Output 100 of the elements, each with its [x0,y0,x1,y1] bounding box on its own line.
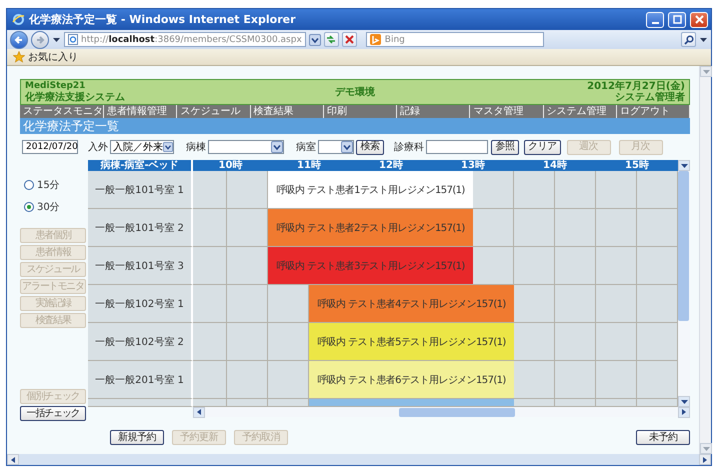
time-slot[interactable] [555,323,596,361]
minimize-button[interactable] [646,12,664,28]
hour-header: 15時 [624,160,650,171]
time-slot[interactable] [514,285,555,323]
scroll-left-button[interactable] [7,454,19,465]
time-slot[interactable] [473,209,514,247]
time-slot[interactable] [596,247,637,285]
stop-button[interactable] [342,32,357,47]
time-slot[interactable] [596,323,637,361]
clear-button[interactable]: クリア [524,140,560,154]
time-slot[interactable] [514,209,555,247]
time-slot[interactable] [227,209,268,247]
ward-select[interactable] [208,140,284,154]
scroll-thumb[interactable] [678,171,689,321]
time-slot[interactable] [227,247,268,285]
time-slot[interactable] [473,247,514,285]
time-slot[interactable] [596,209,637,247]
booking-block[interactable]: 呼吸内 テスト患者3テスト用レジメン157(1) [268,247,473,285]
address-field[interactable]: http://localhost:3869/members/CSSM0300.aspx [64,32,306,47]
minimize-icon [652,22,658,24]
time-slot[interactable] [268,361,309,399]
back-button[interactable] [10,30,28,48]
time-slot[interactable] [637,209,678,247]
time-slot[interactable] [555,171,596,209]
left-arrow-icon [196,408,202,416]
time-slot[interactable] [596,399,637,407]
search-button[interactable] [681,32,696,47]
check-button[interactable]: 一括チェック [20,406,86,421]
time-slot[interactable] [193,323,227,361]
star-icon [13,51,25,63]
lookup-button[interactable]: 参照 [491,140,519,154]
dropdown-caret-icon[interactable] [308,34,321,46]
department-field[interactable] [426,140,488,154]
page-horizontal-scrollbar[interactable] [7,454,711,465]
radio-label[interactable]: 30分 [37,200,60,214]
time-slot[interactable] [268,285,309,323]
booking-block[interactable] [309,399,514,407]
scroll-right-button[interactable] [678,406,690,418]
maximize-button[interactable] [668,12,686,28]
radio-label[interactable]: 15分 [37,178,60,192]
time-slot[interactable] [555,361,596,399]
time-slot[interactable] [268,399,309,407]
current-date: 2012年7月27日(金) [587,81,685,92]
scroll-right-button[interactable] [699,454,711,465]
time-slot[interactable] [193,247,227,285]
time-slot[interactable] [555,209,596,247]
time-slot[interactable] [555,399,596,407]
radio-button[interactable] [24,202,34,212]
time-slot[interactable] [193,209,227,247]
time-slot[interactable] [514,323,555,361]
time-slot[interactable] [514,399,555,407]
horizontal-scrollbar[interactable] [193,407,690,417]
room-select[interactable] [318,140,354,154]
booking-block[interactable]: 呼吸内 テスト患者2テスト用レジメン157(1) [268,209,473,247]
refresh-button[interactable] [324,32,339,47]
time-slot[interactable] [193,361,227,399]
time-slot[interactable] [514,247,555,285]
time-slot[interactable] [268,323,309,361]
scroll-down-button[interactable] [678,396,690,407]
vertical-scrollbar[interactable] [678,160,690,407]
time-slot[interactable] [637,285,678,323]
time-slot[interactable] [596,361,637,399]
booking-block[interactable]: 呼吸内 テスト患者4テスト用レジメン157(1) [309,285,514,323]
time-slot[interactable] [193,171,227,209]
dropdown-caret-icon[interactable] [341,141,353,153]
time-slot[interactable] [227,323,268,361]
booking-block[interactable]: 呼吸内 テスト患者1テスト用レジメン157(1) [268,171,473,209]
scroll-thumb[interactable] [399,408,515,416]
time-slot[interactable] [227,171,268,209]
favorites-link[interactable]: お気に入り [28,50,78,64]
time-slot[interactable] [514,171,555,209]
booking-block[interactable]: 呼吸内 テスト患者6テスト用レジメン157(1) [309,361,514,399]
time-slot[interactable] [227,399,268,407]
admission-select[interactable]: 入院／外来 [110,140,174,154]
forward-button[interactable] [31,30,49,48]
search-field[interactable]: Bing [366,32,544,47]
search-button[interactable]: 検索 [356,140,384,154]
booking-block[interactable]: 呼吸内 テスト患者5テスト用レジメン157(1) [309,323,514,361]
close-button[interactable] [690,12,708,28]
time-slot[interactable] [555,285,596,323]
scroll-left-button[interactable] [193,406,205,418]
time-slot[interactable] [473,171,514,209]
time-slot[interactable] [514,361,555,399]
time-slot[interactable] [637,247,678,285]
time-slot[interactable] [193,285,227,323]
time-slot[interactable] [227,361,268,399]
unbooked-button[interactable]: 未予約 [636,430,690,445]
time-slot[interactable] [637,323,678,361]
close-icon [694,15,704,24]
admission-label: 入外 [88,140,108,154]
dropdown-caret-icon[interactable] [163,141,173,153]
time-slot[interactable] [596,285,637,323]
radio-button[interactable] [24,180,34,190]
date-field[interactable]: 2012/07/20 [22,140,78,154]
time-slot[interactable] [227,285,268,323]
time-slot[interactable] [555,247,596,285]
action-button[interactable]: 新規予約 [110,430,164,445]
scroll-up-button[interactable] [678,160,690,171]
dropdown-caret-icon[interactable] [271,141,283,153]
time-slot[interactable] [596,171,637,209]
